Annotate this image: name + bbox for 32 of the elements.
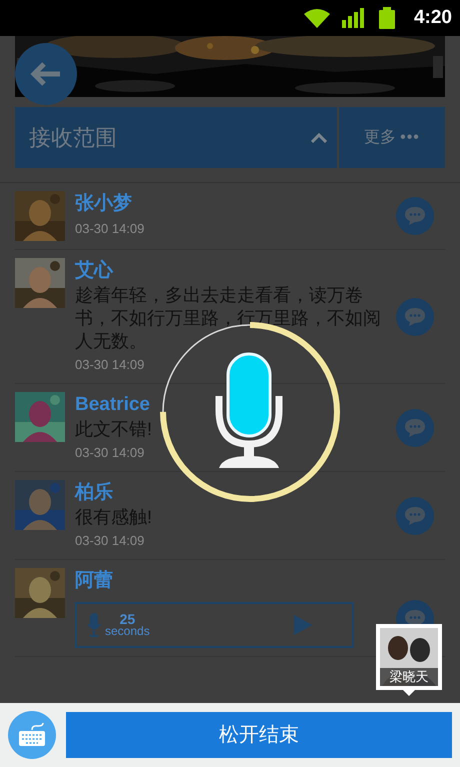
scope-dropdown[interactable]: 接收范围	[15, 107, 337, 168]
speech-bubble-icon	[404, 206, 426, 226]
voice-duration: 25	[120, 613, 136, 625]
user-name[interactable]: 艾心	[75, 258, 385, 284]
timestamp: 03-30 14:09	[75, 444, 146, 462]
voice-message[interactable]: 25 seconds	[75, 602, 354, 648]
keyboard-button[interactable]	[8, 711, 56, 759]
contact-name: 梁晓天	[380, 668, 438, 686]
timestamp: 03-30 14:09	[75, 220, 146, 238]
battery-icon	[378, 7, 396, 29]
tooltip-pointer	[403, 690, 415, 696]
speech-bubble-icon	[404, 506, 426, 526]
duration-unit: seconds	[105, 625, 150, 637]
timestamp: 03-30 14:09	[75, 356, 146, 374]
clock: 4:20	[414, 6, 452, 30]
user-name[interactable]: 柏乐	[75, 480, 385, 506]
dropdown-label: 接收范围	[29, 124, 117, 152]
more-button[interactable]: 更多 •••	[339, 107, 445, 168]
play-icon	[294, 615, 312, 635]
back-arrow-icon	[30, 61, 62, 87]
wifi-icon	[304, 8, 330, 28]
microphone-icon	[215, 352, 283, 470]
user-name[interactable]: 阿蕾	[75, 568, 375, 594]
timestamp: 03-30 14:09	[75, 532, 146, 550]
signal-icon	[342, 8, 366, 28]
microphone-icon	[87, 613, 101, 637]
user-name[interactable]: Beatrice	[75, 392, 385, 418]
release-to-end-button[interactable]: 松开结束	[66, 712, 452, 758]
keyboard-icon	[18, 723, 46, 747]
speech-bubble-icon	[404, 306, 426, 326]
user-name[interactable]: 张小梦	[75, 191, 375, 217]
speech-bubble-icon	[404, 418, 426, 438]
